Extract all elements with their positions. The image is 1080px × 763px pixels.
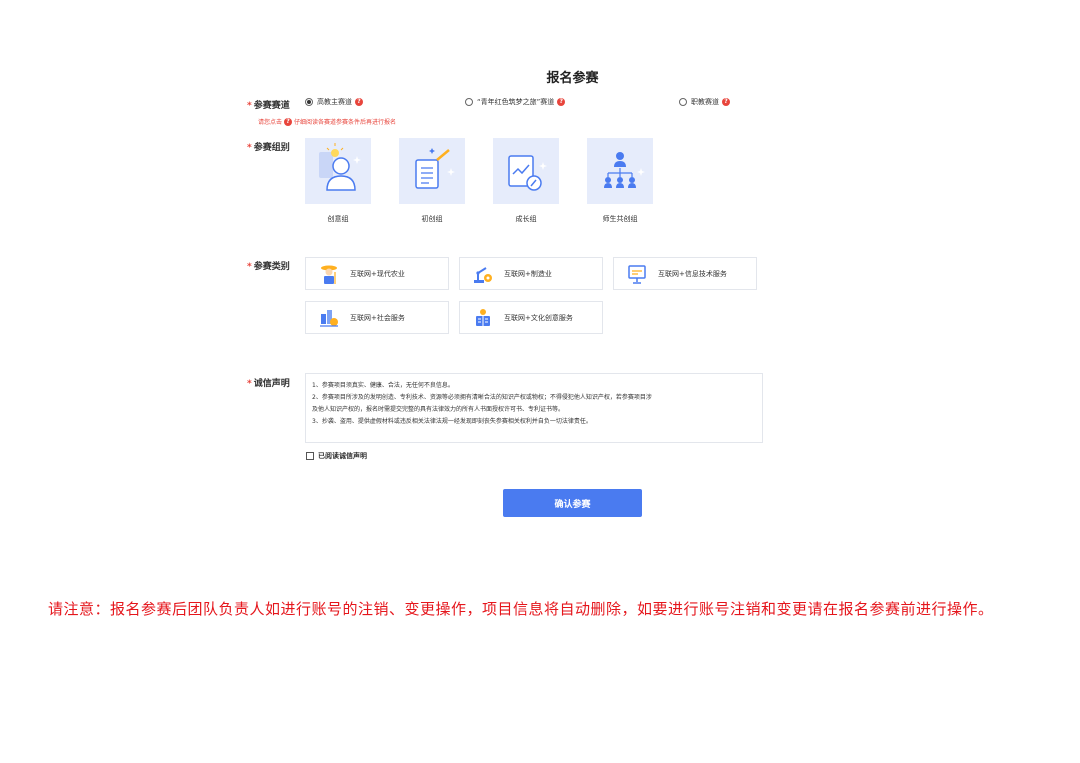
category-label-row: * 参赛类别 [247, 259, 290, 272]
notice-text: 请注意：报名参赛后团队负责人如进行账号的注销、变更操作，项目信息将自动删除，如要… [48, 600, 994, 618]
group-card-startup[interactable] [399, 138, 465, 204]
track-hint: 请您点击 ? 仔细阅读各赛道参赛条件后再进行报名 [258, 117, 396, 126]
radio-button[interactable] [305, 98, 313, 106]
declaration-read-checkbox[interactable] [306, 452, 314, 460]
category-label: 参赛类别 [253, 262, 290, 272]
declaration-line: 及他人知识产权的，报名时需提交完整的具有法律效力的所有人书面授权许可书、专利证书… [312, 406, 565, 413]
culture-book-icon [476, 308, 490, 326]
required-mark: * [247, 143, 252, 153]
track-hint-after: 仔细阅读各赛道参赛条件后再进行报名 [294, 119, 397, 126]
declaration-line: 3、抄袭、盗用、提供虚假材料或违反相关法律法规一经发现即刻丧失参赛相关权利并自负… [312, 418, 592, 425]
group-label-startup: 初创组 [421, 215, 443, 223]
radio-label: “青年红色筑梦之旅”赛道 [477, 98, 555, 106]
category-card-agriculture[interactable]: 互联网+现代农业 [305, 257, 449, 290]
team-org-icon [604, 152, 645, 188]
idea-person-icon [319, 143, 361, 191]
radio-label: 职教赛道 [691, 98, 719, 106]
radio-button[interactable] [679, 98, 687, 106]
category-label-agriculture: 互联网+现代农业 [350, 269, 405, 278]
farmer-icon [321, 265, 337, 284]
declaration-label-row: * 诚信声明 [247, 376, 290, 389]
page-title: 报名参赛 [546, 71, 599, 86]
category-label-social-services: 互联网+社会服务 [350, 313, 405, 322]
document-wand-icon [415, 148, 455, 189]
category-card-social-services[interactable]: 互联网+社会服务 [305, 301, 449, 334]
radio-label: 高教主赛道 [317, 98, 352, 106]
radio-track-higher-edu[interactable]: 高教主赛道 ? [305, 97, 363, 107]
required-mark: * [247, 379, 252, 389]
question-circle-icon[interactable]: ? [355, 98, 363, 106]
declaration-label: 诚信声明 [253, 379, 290, 389]
question-circle-icon[interactable]: ? [557, 98, 566, 106]
robot-arm-icon [474, 266, 492, 283]
question-circle-icon: ? [284, 117, 293, 126]
category-card-culture[interactable]: 互联网+文化创意服务 [459, 301, 603, 334]
question-circle-icon[interactable]: ? [722, 98, 730, 106]
group-label-growth: 成长组 [515, 215, 537, 223]
declaration-line: 2、参赛项目所涉及的发明创造、专利技术、资源等必须拥有清晰合法的知识产权或物权；… [312, 394, 652, 401]
category-card-manufacturing[interactable]: 互联网+制造业 [459, 257, 603, 290]
declaration-box: 1、参赛项目须真实、健康、合法，无任何不良信息。 2、参赛项目所涉及的发明创造、… [305, 373, 763, 443]
category-label-manufacturing: 互联网+制造业 [504, 269, 552, 278]
group-label: 参赛组别 [253, 143, 290, 153]
category-label-it-services: 互联网+信息技术服务 [658, 269, 727, 278]
monitor-icon [628, 264, 646, 284]
track-radio-group: 高教主赛道 ? “青年红色筑梦之旅”赛道 ? 职教赛道 ? [0, 97, 1080, 111]
group-card-teacher-student[interactable] [587, 138, 653, 204]
radio-track-red-journey[interactable]: “青年红色筑梦之旅”赛道 ? [465, 97, 566, 107]
group-label-row: * 参赛组别 [247, 140, 290, 153]
category-label-culture: 互联网+文化创意服务 [504, 313, 573, 322]
category-card-it-services[interactable]: 互联网+信息技术服务 [613, 257, 757, 290]
declaration-line: 1、参赛项目须真实、健康、合法，无任何不良信息。 [312, 382, 454, 389]
declaration-read-checkbox-row[interactable]: 已阅读诚信声明 [306, 451, 367, 461]
track-hint-before: 请您点击 [258, 119, 283, 126]
declaration-read-label: 已阅读诚信声明 [318, 452, 367, 460]
radio-button[interactable] [465, 98, 473, 106]
group-label-teacher-student: 师生共创组 [602, 215, 638, 223]
radio-track-vocational[interactable]: 职教赛道 ? [679, 97, 730, 107]
city-service-icon [320, 309, 338, 327]
group-card-creative[interactable] [305, 138, 371, 204]
group-card-growth[interactable] [493, 138, 559, 204]
required-mark: * [247, 262, 252, 272]
group-label-creative: 创意组 [327, 215, 349, 223]
chart-growth-icon [508, 155, 547, 191]
confirm-button[interactable]: 确认参赛 [503, 489, 642, 517]
